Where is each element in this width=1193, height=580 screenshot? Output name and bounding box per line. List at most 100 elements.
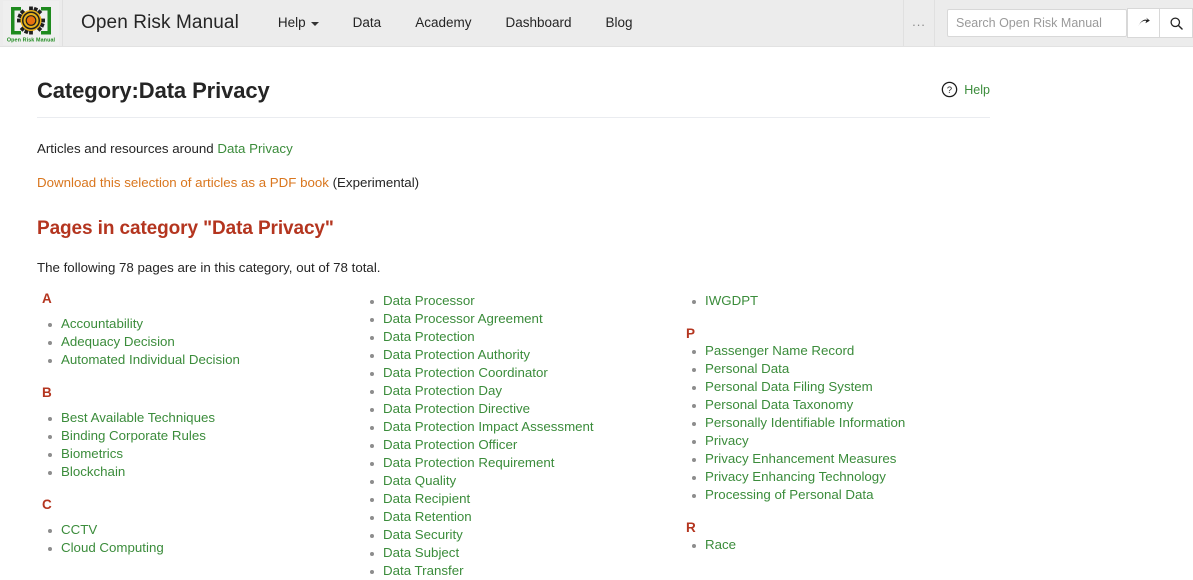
category-page-link[interactable]: Race <box>705 537 736 552</box>
category-page-link[interactable]: Data Protection Directive <box>383 401 530 416</box>
list-item: CCTV <box>37 521 359 539</box>
list-item: Data Protection Coordinator <box>359 364 681 382</box>
category-page-link[interactable]: Privacy Enhancement Measures <box>705 451 896 466</box>
nav-item-label: Dashboard <box>505 0 571 46</box>
category-page-link[interactable]: Data Recipient <box>383 491 470 506</box>
list-item: Data Recipient <box>359 490 681 508</box>
help-link[interactable]: ? Help <box>941 81 990 98</box>
category-page-link[interactable]: Adequacy Decision <box>61 334 175 349</box>
category-page-list: CCTV Cloud Computing <box>37 513 359 557</box>
more-menu-button[interactable]: ... <box>903 0 935 46</box>
svg-text:?: ? <box>947 85 952 95</box>
category-page-link[interactable]: Data Protection <box>383 329 475 344</box>
nav-item-help[interactable]: Help <box>261 0 336 46</box>
open-risk-manual-logo-icon[interactable]: Open Risk Manual <box>3 1 59 45</box>
category-page-link[interactable]: Personal Data Taxonomy <box>705 397 853 412</box>
category-page-link[interactable]: Privacy Enhancing Technology <box>705 469 886 484</box>
search-submit-button[interactable] <box>1160 8 1193 38</box>
category-page-link[interactable]: Personally Identifiable Information <box>705 415 905 430</box>
main-navigation: Help Data Academy Dashboard Blog <box>239 0 650 46</box>
category-columns: A Accountability Adequacy Decision Automate… <box>37 278 1158 580</box>
category-page-link[interactable]: Data Subject <box>383 545 459 560</box>
site-logo[interactable]: Open Risk Manual <box>0 0 63 46</box>
list-item: Binding Corporate Rules <box>37 427 359 445</box>
category-page-link[interactable]: Biometrics <box>61 446 123 461</box>
nav-item-academy[interactable]: Academy <box>398 0 488 46</box>
category-page-list: Data Processor Data Processor Agreement Da… <box>359 292 681 580</box>
pdf-suffix-text: (Experimental) <box>329 175 419 190</box>
list-item: Blockchain <box>37 463 359 481</box>
list-item: Processing of Personal Data <box>681 486 1003 504</box>
title-divider <box>37 117 990 118</box>
category-page-list: IWGDPT <box>681 292 1003 310</box>
list-item: Data Protection Requirement <box>359 454 681 472</box>
section-heading: Pages in category "Data Privacy" <box>37 193 1158 240</box>
category-page-link[interactable]: CCTV <box>61 522 97 537</box>
letter-heading-c: C <box>37 481 359 513</box>
logo-svg: Open Risk Manual <box>3 1 59 45</box>
category-page-link[interactable]: Binding Corporate Rules <box>61 428 206 443</box>
category-page-link[interactable]: Accountability <box>61 316 143 331</box>
nav-item-label: Academy <box>415 0 471 46</box>
category-page-link[interactable]: Blockchain <box>61 464 125 479</box>
category-page-link[interactable]: Data Security <box>383 527 463 542</box>
category-page-link[interactable]: Data Transfer <box>383 563 464 578</box>
nav-item-blog[interactable]: Blog <box>589 0 650 46</box>
category-page-link[interactable]: Data Retention <box>383 509 472 524</box>
site-header: Open Risk Manual Open Risk Manual Help D… <box>0 0 1193 47</box>
list-item: Data Quality <box>359 472 681 490</box>
letter-heading-r: R <box>681 504 1003 536</box>
list-item: Data Processor Agreement <box>359 310 681 328</box>
category-page-link[interactable]: Data Protection Coordinator <box>383 365 548 380</box>
page-count-text: The following 78 pages are in this categ… <box>37 240 1158 278</box>
category-page-link[interactable]: Data Processor Agreement <box>383 311 543 326</box>
nav-item-label: Blog <box>606 0 633 46</box>
list-item: Data Protection <box>359 328 681 346</box>
category-page-link[interactable]: Data Processor <box>383 293 475 308</box>
category-page-list: Best Available Techniques Binding Corpora… <box>37 401 359 481</box>
category-page-link[interactable]: IWGDPT <box>705 293 758 308</box>
site-title[interactable]: Open Risk Manual <box>63 0 239 46</box>
category-page-link[interactable]: Automated Individual Decision <box>61 352 240 367</box>
page-content: Category:Data Privacy ? Help Articles an… <box>0 47 1193 580</box>
category-page-link[interactable]: Data Protection Authority <box>383 347 530 362</box>
search-input[interactable] <box>947 9 1127 37</box>
list-item: Best Available Techniques <box>37 409 359 427</box>
title-row: Category:Data Privacy ? Help <box>37 47 1158 118</box>
category-page-link[interactable]: Data Protection Day <box>383 383 502 398</box>
download-pdf-link[interactable]: Download this selection of articles as a… <box>37 175 329 190</box>
list-item: Data Protection Authority <box>359 346 681 364</box>
letter-heading-a: A <box>37 292 359 307</box>
category-page-link[interactable]: Processing of Personal Data <box>705 487 874 502</box>
category-page-link[interactable]: Cloud Computing <box>61 540 164 555</box>
question-circle-icon: ? <box>941 81 958 98</box>
category-page-link[interactable]: Passenger Name Record <box>705 343 854 358</box>
list-item: Data Protection Directive <box>359 400 681 418</box>
list-item: Accountability <box>37 315 359 333</box>
category-page-link[interactable]: Data Quality <box>383 473 456 488</box>
category-page-link[interactable]: Personal Data Filing System <box>705 379 873 394</box>
list-item: Data Subject <box>359 544 681 562</box>
category-page-link[interactable]: Data Protection Officer <box>383 437 517 452</box>
category-page-link[interactable]: Privacy <box>705 433 749 448</box>
nav-item-data[interactable]: Data <box>336 0 399 46</box>
data-privacy-link[interactable]: Data Privacy <box>217 141 292 156</box>
category-page-list: Passenger Name Record Personal Data Person… <box>681 342 1003 504</box>
category-page-link[interactable]: Best Available Techniques <box>61 410 215 425</box>
category-column: A Accountability Adequacy Decision Automate… <box>37 292 359 580</box>
search-go-button[interactable] <box>1127 8 1160 38</box>
list-item: Personal Data <box>681 360 1003 378</box>
list-item: IWGDPT <box>681 292 1003 310</box>
list-item: Personal Data Taxonomy <box>681 396 1003 414</box>
category-page-link[interactable]: Personal Data <box>705 361 789 376</box>
list-item: Data Retention <box>359 508 681 526</box>
nav-item-label: Help <box>278 0 306 46</box>
list-item: Personally Identifiable Information <box>681 414 1003 432</box>
list-item: Data Processor <box>359 292 681 310</box>
nav-item-dashboard[interactable]: Dashboard <box>488 0 588 46</box>
category-column: IWGDPTPPassenger Name RecordPersonal Dat… <box>681 292 1003 580</box>
letter-heading-b: B <box>37 369 359 401</box>
category-page-link[interactable]: Data Protection Impact Assessment <box>383 419 594 434</box>
list-item: Biometrics <box>37 445 359 463</box>
category-page-link[interactable]: Data Protection Requirement <box>383 455 554 470</box>
